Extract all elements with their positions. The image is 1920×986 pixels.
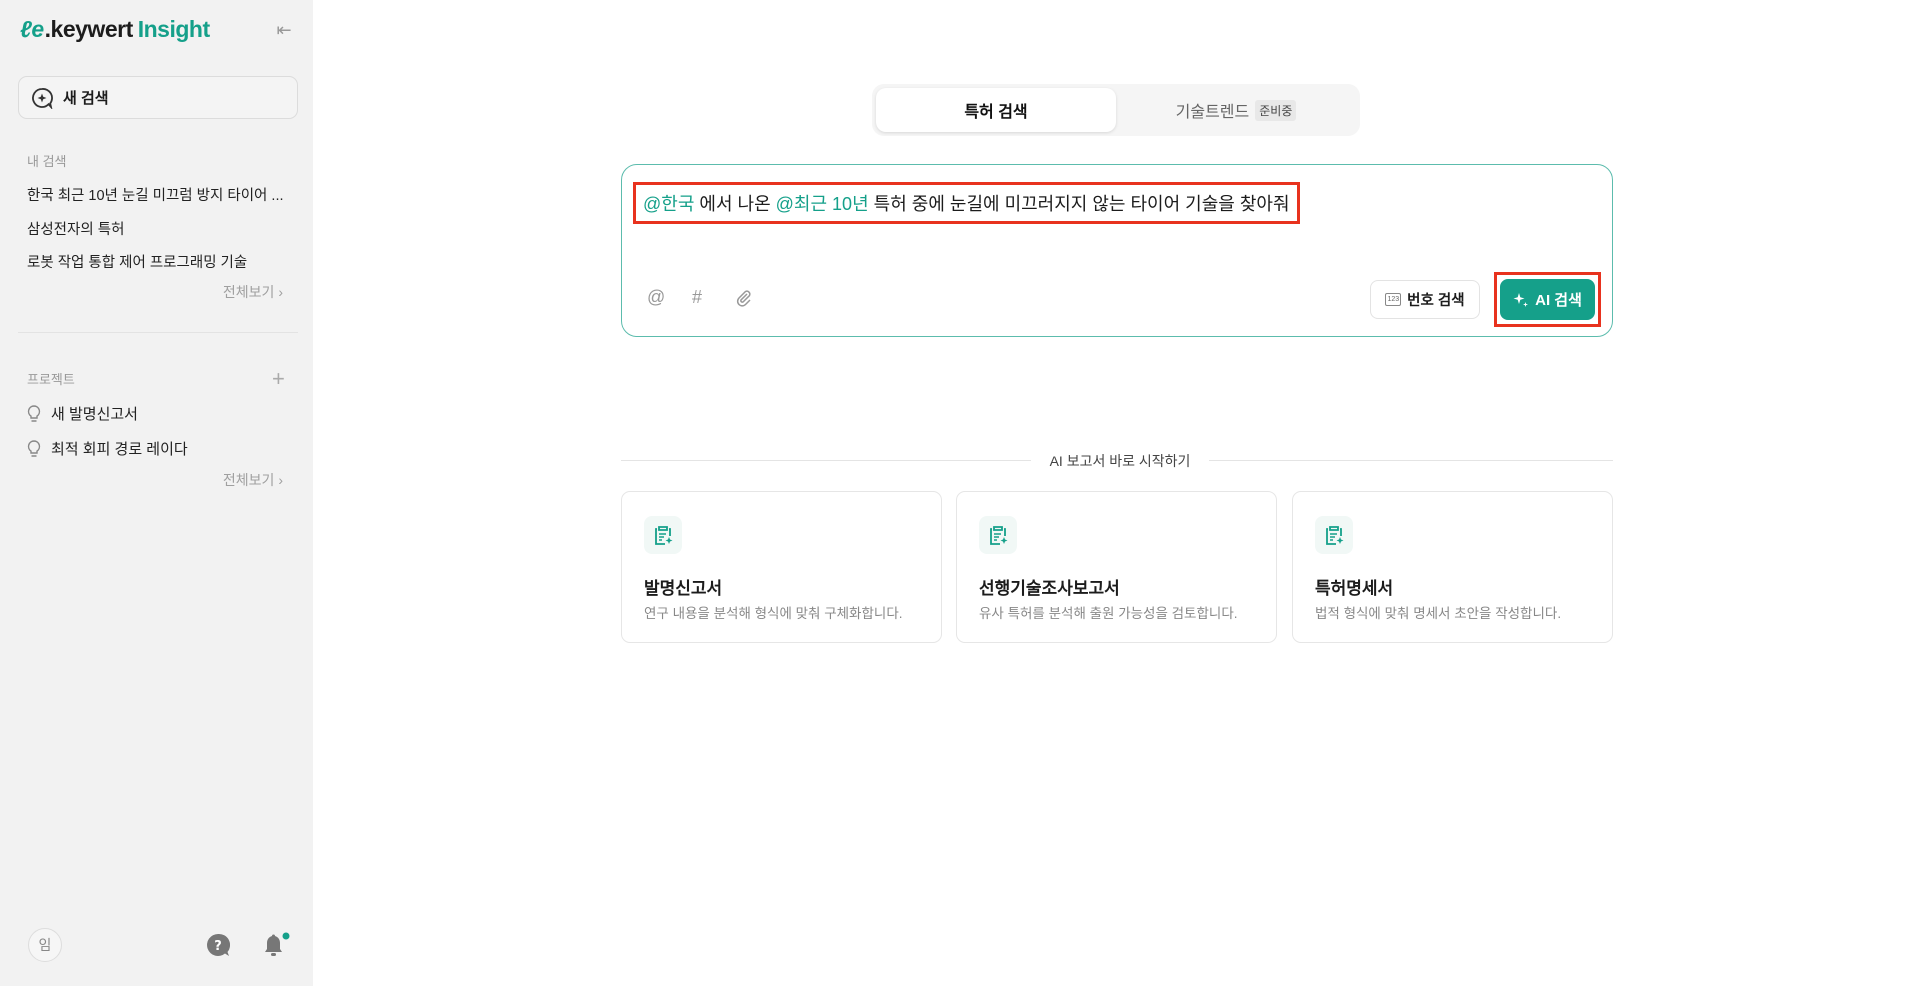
tab-patent-search[interactable]: 특허 검색 — [876, 88, 1116, 132]
logo-brand: .keywert — [44, 16, 134, 42]
ai-search-highlight: AI 검색 — [1494, 272, 1601, 327]
number-search-label: 번호 검색 — [1407, 293, 1465, 309]
clipboard-sparkle-icon — [1315, 516, 1353, 554]
divider — [621, 460, 1031, 461]
card-description: 법적 형식에 맞춰 명세서 초안을 작성합니다. — [1315, 606, 1562, 621]
divider — [1209, 460, 1613, 461]
notification-bell-icon[interactable] — [261, 932, 291, 960]
mention-tag[interactable]: @최근 10년 — [776, 194, 869, 214]
recent-search-item[interactable]: 한국 최근 10년 눈길 미끄럼 방지 타이어 ... — [27, 184, 284, 205]
tab-label: 기술트렌드 — [1175, 104, 1250, 121]
tab-tech-trend[interactable]: 기술트렌드 준비중 — [1116, 88, 1356, 132]
coming-soon-badge: 준비중 — [1255, 99, 1297, 121]
logo-product: Insight — [137, 16, 210, 42]
lightbulb-icon — [27, 439, 41, 457]
logo-mark: ℓe — [20, 16, 44, 42]
divider — [18, 332, 298, 333]
help-icon[interactable]: ? — [206, 933, 230, 957]
project-label: 새 발명신고서 — [51, 406, 138, 423]
avatar[interactable]: 임 — [28, 928, 62, 962]
clipboard-sparkle-icon — [644, 516, 682, 554]
clipboard-sparkle-icon — [979, 516, 1017, 554]
new-search-button[interactable]: 새 검색 — [18, 76, 298, 119]
mention-tag[interactable]: @한국 — [643, 194, 694, 214]
card-title: 특허명세서 — [1315, 579, 1394, 598]
search-box: @한국 에서 나온 @최근 10년 특허 중에 눈길에 미끄러지지 않는 타이어… — [621, 164, 1613, 337]
tab-label: 특허 검색 — [964, 104, 1028, 121]
attach-paperclip-icon[interactable] — [735, 289, 753, 307]
ai-search-button[interactable]: AI 검색 — [1500, 279, 1595, 320]
number-search-button[interactable]: 123 번호 검색 — [1370, 280, 1480, 319]
project-item[interactable]: 최적 회피 경로 레이다 — [27, 438, 188, 459]
svg-text:?: ? — [214, 939, 222, 954]
project-label: 최적 회피 경로 레이다 — [51, 441, 188, 458]
new-search-label: 새 검색 — [63, 90, 109, 107]
mention-icon[interactable]: @ — [647, 287, 665, 308]
view-all-searches-link[interactable]: 전체보기 › — [223, 282, 283, 302]
card-description: 유사 특허를 분석해 출원 가능성을 검토합니다. — [979, 606, 1238, 621]
card-title: 선행기술조사보고서 — [979, 579, 1120, 598]
recent-search-item[interactable]: 로봇 작업 통합 제어 프로그래밍 기술 — [27, 251, 247, 272]
my-search-heading: 내 검색 — [27, 154, 67, 169]
report-card-patent-specification[interactable]: 특허명세서 법적 형식에 맞춰 명세서 초안을 작성합니다. — [1292, 491, 1613, 643]
lightbulb-icon — [27, 404, 41, 422]
collapse-sidebar-icon[interactable]: ⇤ — [272, 20, 296, 42]
sidebar: ℓe .keywert Insight ⇤ 새 검색 내 검색 한국 최근 10년 … — [0, 0, 313, 986]
report-card-invention-disclosure[interactable]: 발명신고서 연구 내용을 분석해 형식에 맞춰 구체화합니다. — [621, 491, 942, 643]
logo[interactable]: ℓe .keywert Insight — [20, 16, 210, 43]
view-all-projects-link[interactable]: 전체보기 › — [223, 470, 283, 490]
report-card-prior-art[interactable]: 선행기술조사보고서 유사 특허를 분석해 출원 가능성을 검토합니다. — [956, 491, 1277, 643]
projects-heading: 프로젝트 — [27, 372, 75, 387]
ai-search-label: AI 검색 — [1535, 292, 1582, 309]
hashtag-icon[interactable]: # — [692, 287, 702, 308]
search-input[interactable]: @한국 에서 나온 @최근 10년 특허 중에 눈길에 미끄러지지 않는 타이어… — [633, 182, 1300, 224]
card-title: 발명신고서 — [644, 579, 723, 598]
query-text: 에서 나온 — [694, 194, 776, 214]
project-item[interactable]: 새 발명신고서 — [27, 403, 138, 424]
recent-search-item[interactable]: 삼성전자의 특허 — [27, 218, 124, 239]
sparkle-icon — [1513, 292, 1529, 307]
search-mode-tabs: 특허 검색 기술트렌드 준비중 — [872, 84, 1360, 136]
number-icon: 123 — [1385, 293, 1402, 306]
new-chat-icon — [32, 87, 53, 109]
reports-heading: AI 보고서 바로 시작하기 — [1049, 453, 1191, 469]
query-text: 특허 중에 눈길에 미끄러지지 않는 타이어 기술을 찾아줘 — [868, 194, 1290, 214]
add-project-icon[interactable]: + — [272, 366, 285, 392]
card-description: 연구 내용을 분석해 형식에 맞춰 구체화합니다. — [644, 606, 903, 621]
